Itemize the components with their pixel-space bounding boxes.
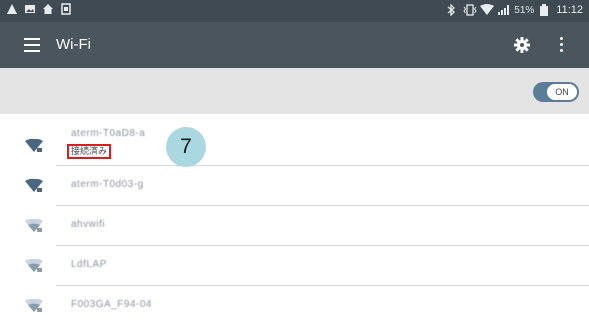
wifi-lock-icon [25, 178, 43, 193]
clock: 11:12 [556, 4, 583, 16]
menu-icon[interactable] [24, 38, 40, 52]
wifi-icon [480, 4, 495, 16]
signal-icon [497, 4, 510, 16]
network-ssid: aterm-T0d03-g [71, 179, 144, 190]
wifi-lock-icon [25, 138, 43, 153]
network-row[interactable]: ahvwifi [0, 206, 589, 246]
bluetooth-icon [446, 3, 458, 17]
vibrate-icon [463, 4, 477, 16]
warning-icon [6, 3, 18, 15]
page-title: Wi-Fi [56, 36, 91, 53]
wifi-toggle-switch[interactable]: ON [533, 82, 579, 102]
wifi-lock-icon [25, 298, 43, 313]
sd-card-icon [60, 3, 72, 15]
battery-icon [539, 4, 551, 16]
network-row[interactable]: aterm-T0d03-g [0, 166, 589, 206]
network-row[interactable]: F003GA_F94-04 [0, 286, 589, 326]
app-bar: Wi-Fi [0, 22, 589, 68]
more-vert-icon[interactable] [560, 37, 564, 53]
toggle-label: ON [547, 84, 577, 100]
network-row[interactable]: LdfLAP [0, 246, 589, 286]
battery-percent: 51% [514, 4, 535, 16]
status-bar: 51% 11:12 [0, 0, 589, 22]
step-number-badge: 7 [166, 127, 206, 167]
home-icon [42, 3, 54, 15]
network-ssid: ahvwifi [71, 219, 106, 230]
wifi-lock-icon [25, 218, 43, 233]
gear-icon[interactable] [513, 36, 531, 54]
image-icon [24, 3, 36, 15]
wifi-toggle-bar [0, 68, 589, 114]
network-row[interactable]: aterm-T0aD8-a 接続済み [0, 124, 589, 166]
network-ssid: F003GA_F94-04 [71, 299, 152, 310]
connection-status: 接続済み [67, 144, 112, 159]
wifi-lock-icon [25, 258, 43, 273]
network-ssid: LdfLAP [71, 259, 107, 270]
network-ssid: aterm-T0aD8-a [71, 128, 146, 139]
